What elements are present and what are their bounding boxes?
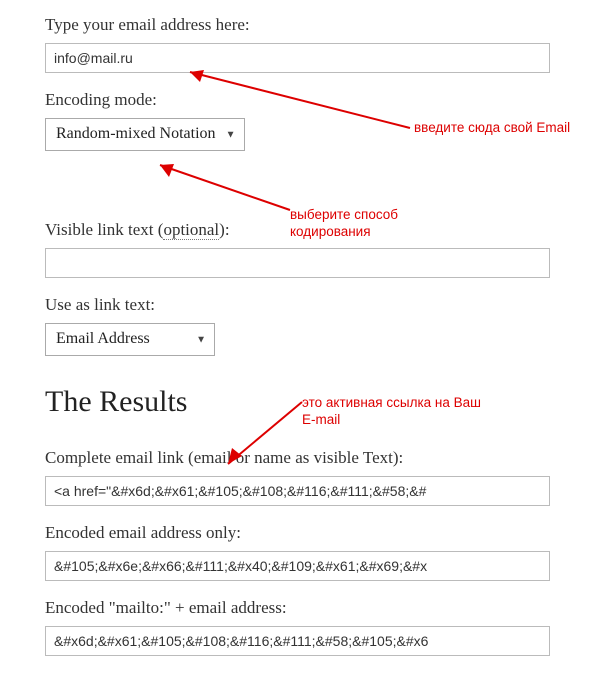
annotation-encoding: выберите способ кодирования <box>290 207 450 241</box>
encoded-only-label: Encoded email address only: <box>45 522 550 544</box>
email-label: Type your email address here: <box>45 14 550 36</box>
annotation-email: введите сюда свой Email <box>414 120 574 137</box>
use-as-link-text-label: Use as link text: <box>45 294 550 316</box>
encoded-mailto-label: Encoded "mailto:" + email address: <box>45 597 550 619</box>
encoded-mailto-output[interactable] <box>45 626 550 656</box>
complete-link-label: Complete email link (email or name as vi… <box>45 447 550 469</box>
email-input[interactable] <box>45 43 550 73</box>
encoding-mode-value: Random-mixed Notation <box>56 125 216 142</box>
encoded-only-output[interactable] <box>45 551 550 581</box>
visible-link-text-post: ): <box>219 220 229 239</box>
complete-link-output[interactable] <box>45 476 550 506</box>
chevron-down-icon: ▼ <box>226 128 236 141</box>
visible-link-text-input[interactable] <box>45 248 550 278</box>
visible-link-text-pre: Visible link text ( <box>45 220 163 239</box>
optional-hint: optional <box>163 220 219 240</box>
chevron-down-icon: ▼ <box>196 333 206 346</box>
use-as-link-text-select[interactable]: Email Address ▼ <box>45 323 215 356</box>
encoding-mode-label: Encoding mode: <box>45 89 550 111</box>
encoding-mode-select[interactable]: Random-mixed Notation ▼ <box>45 118 245 151</box>
use-as-link-text-value: Email Address <box>56 330 150 347</box>
annotation-result: это активная ссылка на Ваш E-mail <box>302 395 482 429</box>
